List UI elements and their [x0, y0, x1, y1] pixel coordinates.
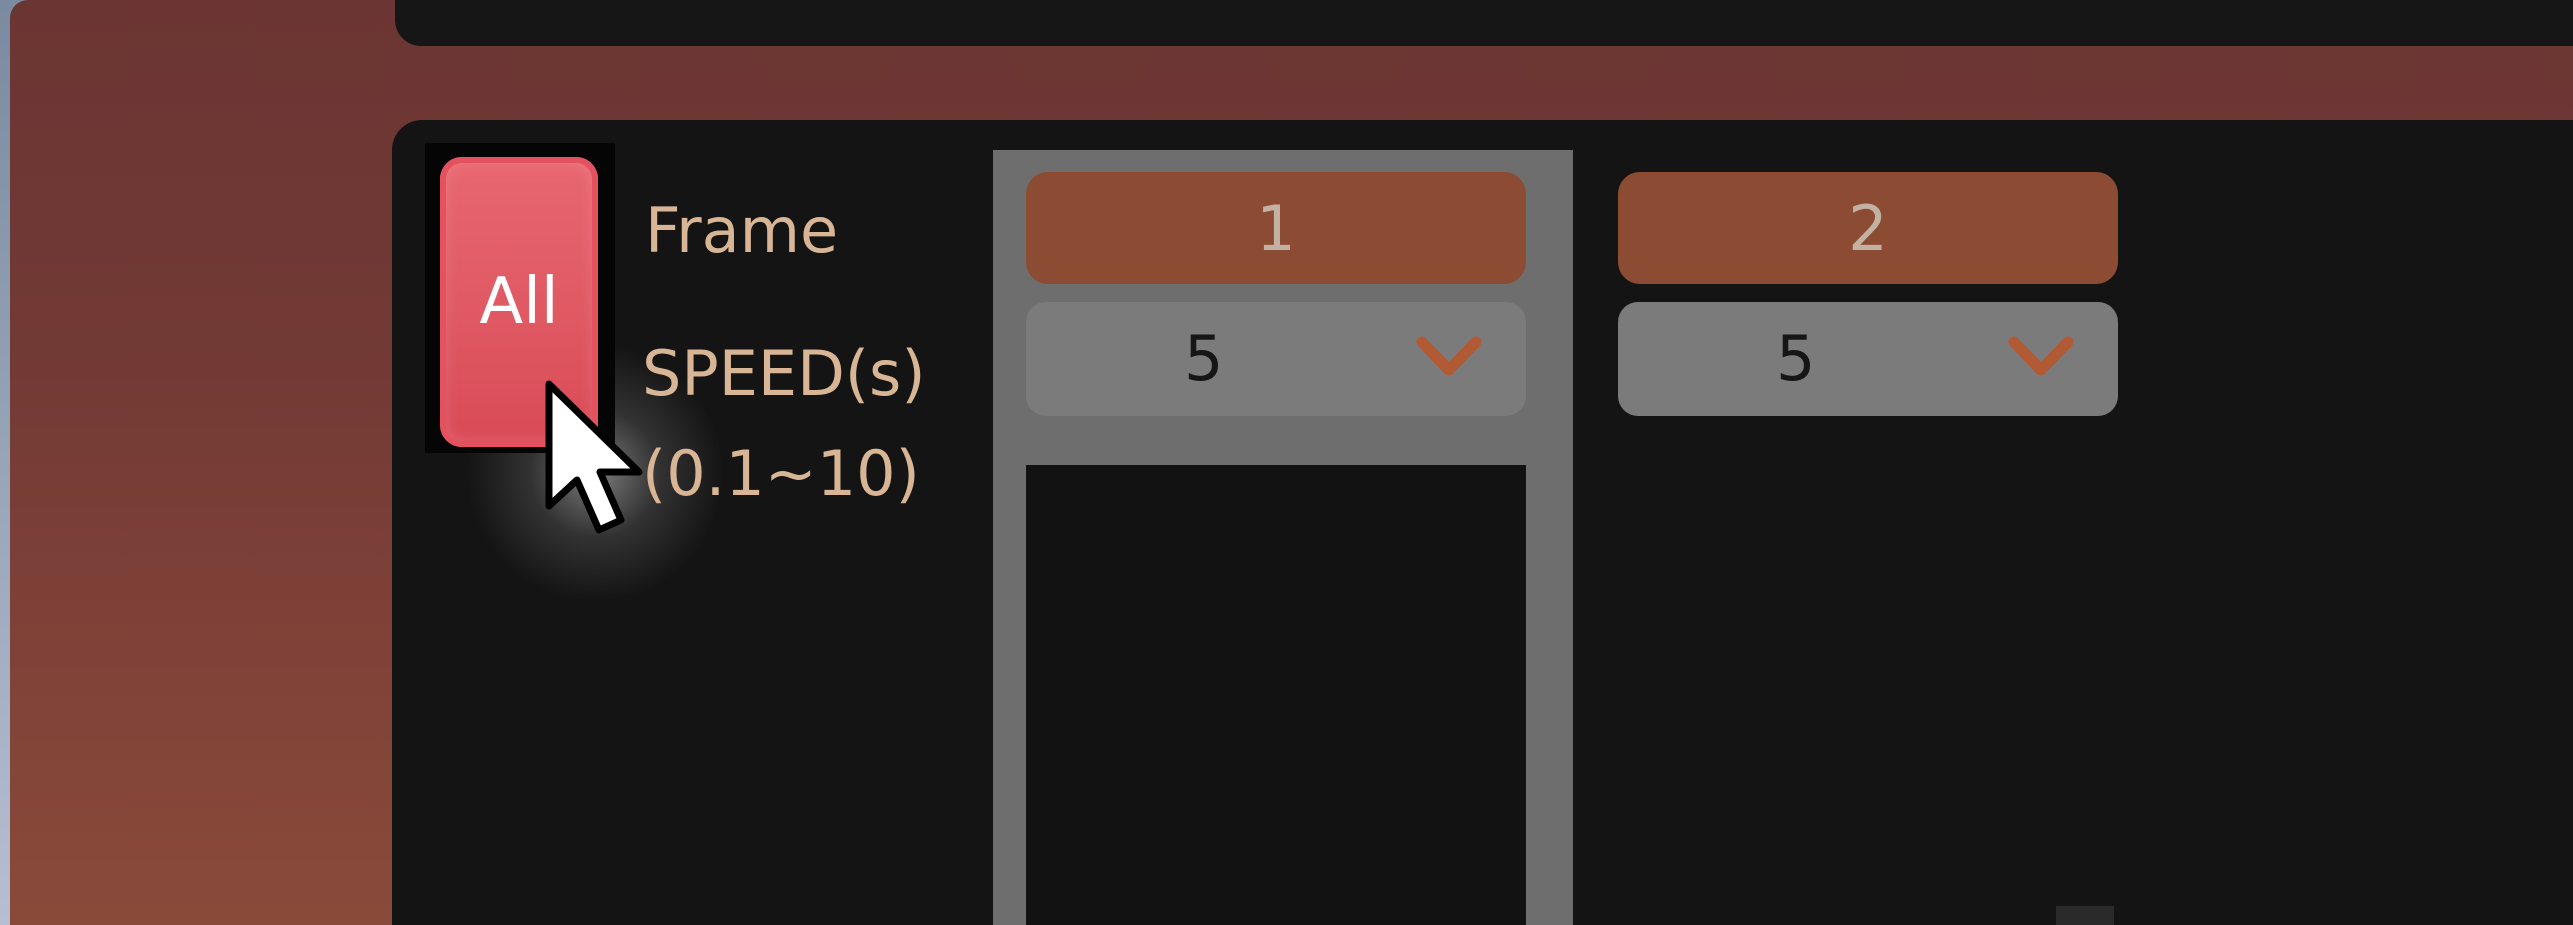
upper-panel	[395, 0, 2573, 46]
speed-range-label: (0.1~10)	[642, 437, 920, 510]
frame-label: Frame	[645, 194, 839, 267]
speed-select-2[interactable]: 5	[1618, 302, 2118, 416]
chevron-down-icon	[1416, 336, 1482, 376]
speed-value-2: 5	[1776, 322, 1816, 395]
speed-label: SPEED(s)	[642, 337, 926, 410]
mouse-cursor-icon	[545, 380, 643, 534]
scroll-marker	[2056, 906, 2114, 925]
frame-preview-1	[1026, 465, 1526, 925]
speed-value-1: 5	[1184, 322, 1224, 395]
chevron-down-icon	[2008, 336, 2074, 376]
speed-select-1[interactable]: 5	[1026, 302, 1526, 416]
frame-number-1[interactable]: 1	[1026, 172, 1526, 284]
frame-column-1[interactable]: 1 5	[993, 150, 1573, 925]
frame-number-2[interactable]: 2	[1618, 172, 2118, 284]
